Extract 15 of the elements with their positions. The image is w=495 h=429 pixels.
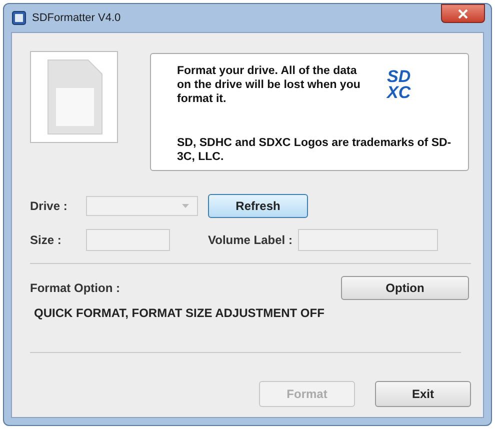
sdxc-logo: SD XC	[387, 69, 411, 101]
volume-label-label: Volume Label :	[208, 233, 292, 247]
drive-label: Drive :	[30, 199, 68, 213]
caret-icon	[182, 204, 189, 208]
format-option-label: Format Option :	[30, 281, 120, 295]
format-option-status: QUICK FORMAT, FORMAT SIZE ADJUSTMENT OFF	[33, 305, 326, 322]
size-label: Size :	[30, 233, 62, 247]
warning-message: Format your drive. All of the data on the drive will be lost when you format it.	[177, 64, 362, 106]
trademark-notice: SD, SDHC and SDXC Logos are trademarks of SD-3C, LLC.	[177, 136, 452, 164]
window-title: SDFormatter V4.0	[32, 12, 122, 24]
app-icon	[12, 11, 26, 25]
exit-button[interactable]: Exit	[375, 381, 471, 407]
option-button[interactable]: Option	[341, 276, 469, 300]
close-button[interactable]	[441, 4, 485, 23]
close-icon	[458, 8, 468, 18]
